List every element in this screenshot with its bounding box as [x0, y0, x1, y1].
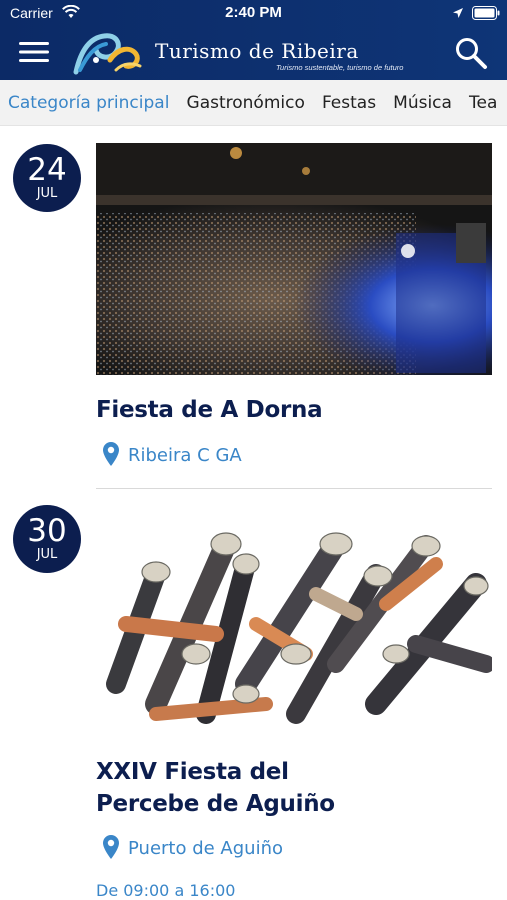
event-title[interactable]: Fiesta de A Dorna: [96, 394, 492, 426]
date-month: JUL: [36, 547, 58, 562]
tab-categoria-principal[interactable]: Categoría principal: [0, 80, 175, 125]
nav-bar: Turismo de Ribeira Turismo sustentable, …: [0, 26, 507, 80]
event-title[interactable]: XXIV Fiesta del Percebe de Aguiño: [96, 756, 396, 820]
app-header: Carrier 2:40 PM Turismo de Ribeira Turis…: [0, 0, 507, 80]
date-day: 30: [27, 513, 67, 549]
event-place: Puerto de Aguiño: [128, 838, 284, 859]
event-place: Ribeira C GA: [128, 445, 242, 466]
tab-gastronomico[interactable]: Gastronómico: [181, 80, 311, 125]
brand-tagline: Turismo sustentable, turismo de futuro: [276, 63, 404, 72]
date-day: 24: [27, 152, 67, 188]
location-pin-icon: [103, 442, 119, 466]
location-pin-icon: [103, 835, 119, 859]
date-badge: 30 JUL: [13, 505, 81, 573]
logo-graphic: [73, 33, 142, 75]
search-icon[interactable]: [454, 36, 488, 70]
tab-teatro[interactable]: Tea: [463, 80, 503, 125]
brand-title: Turismo de Ribeira: [155, 39, 359, 63]
category-tabs: Categoría principal Gastronómico Festas …: [0, 80, 507, 126]
event-photo[interactable]: [96, 504, 492, 737]
date-badge: 24 JUL: [13, 144, 81, 212]
date-month: JUL: [36, 186, 58, 201]
battery-icon: [472, 6, 500, 20]
tab-festas[interactable]: Festas: [316, 80, 382, 125]
status-time: 2:40 PM: [225, 4, 282, 21]
divider: [96, 488, 492, 489]
status-bar: Carrier 2:40 PM: [0, 0, 507, 26]
event-hours: De 09:00 a 16:00: [96, 881, 236, 900]
tab-musica[interactable]: Música: [387, 80, 458, 125]
event-photo[interactable]: [96, 143, 492, 375]
menu-icon[interactable]: [18, 38, 50, 66]
location-icon: [453, 8, 463, 18]
